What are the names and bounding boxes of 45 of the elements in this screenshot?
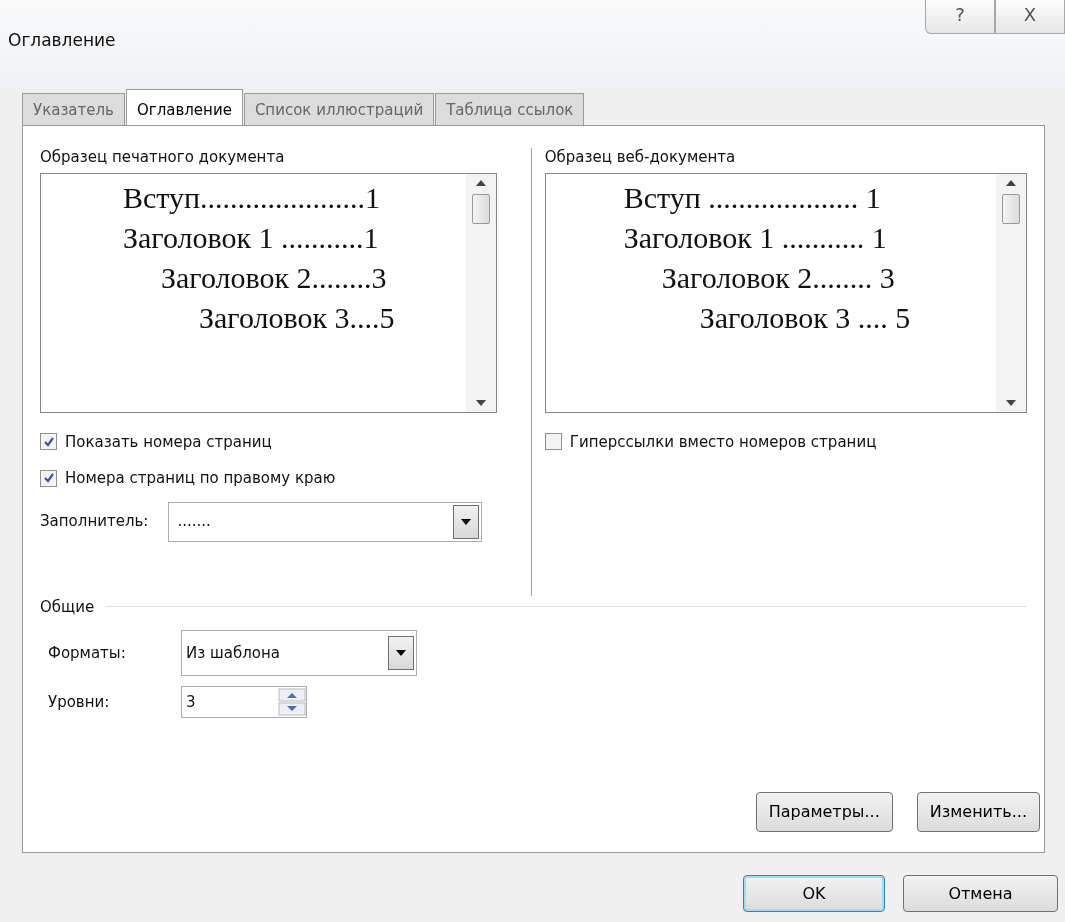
scroll-up-icon[interactable]: [1006, 179, 1016, 186]
scroll-thumb[interactable]: [471, 193, 490, 224]
window-title: Оглавление: [8, 29, 116, 52]
toc-entry: Заголовок 1 ........... 1: [622, 219, 888, 256]
help-button[interactable]: ?: [925, 0, 995, 34]
caret-icon[interactable]: [395, 649, 407, 657]
toc-entry: Заголовок 3 .... 5: [698, 299, 912, 336]
filler-label: Заполнитель:: [40, 511, 149, 533]
tab[interactable]: Список иллюстраций: [243, 93, 435, 125]
preview-label: Образец веб-документа: [544, 147, 737, 168]
preview-label: Образец печатного документа: [40, 147, 286, 168]
toc-entry: Заголовок 1 ...........1: [122, 219, 380, 256]
checkbox-label[interactable]: Гиперссылки вместо номеров страниц: [569, 430, 877, 453]
scroll-down-icon[interactable]: [475, 399, 486, 406]
scrollbar[interactable]: [996, 173, 1026, 412]
section-title: Общие: [40, 596, 95, 618]
caret-icon[interactable]: [460, 517, 473, 526]
toc-entry: Вступ .................... 1: [622, 179, 882, 216]
levels-spinner[interactable]: 3: [181, 686, 307, 718]
scrollbar[interactable]: [465, 173, 496, 412]
tab[interactable]: Указатель: [22, 93, 125, 125]
close-button[interactable]: X: [995, 0, 1065, 34]
spin-arrows-icon[interactable]: [278, 688, 306, 716]
scroll-up-icon[interactable]: [475, 179, 486, 186]
scroll-down-icon[interactable]: [1006, 399, 1016, 406]
checkbox[interactable]: [40, 433, 57, 451]
tab[interactable]: Таблица ссылок: [435, 93, 585, 125]
levels-label: Уровни:: [48, 691, 111, 713]
toc-entry: Заголовок 2........ 3: [660, 259, 896, 296]
dialog-button[interactable]: OK: [743, 875, 885, 912]
filler-dropdown[interactable]: .......: [168, 501, 483, 542]
dialog-button[interactable]: Параметры...: [755, 792, 893, 832]
checkbox-label[interactable]: Показать номера страниц: [65, 430, 272, 453]
toc-entry: Заголовок 2........3: [160, 259, 388, 296]
formats-dropdown[interactable]: Из шаблона: [181, 630, 417, 676]
checkbox[interactable]: [544, 433, 562, 451]
dialog-button[interactable]: Отмена: [903, 875, 1058, 912]
tab[interactable]: Оглавление: [125, 89, 243, 126]
checkbox[interactable]: [40, 469, 57, 487]
dialog-button[interactable]: Изменить...: [916, 792, 1040, 832]
formats-label: Форматы:: [48, 642, 127, 664]
toc-entry: Заголовок 3....5: [198, 299, 396, 336]
checkbox-label[interactable]: Номера страниц по правому краю: [65, 467, 336, 490]
scroll-thumb[interactable]: [1002, 193, 1020, 224]
toc-entry: Вступ......................1: [122, 179, 382, 216]
